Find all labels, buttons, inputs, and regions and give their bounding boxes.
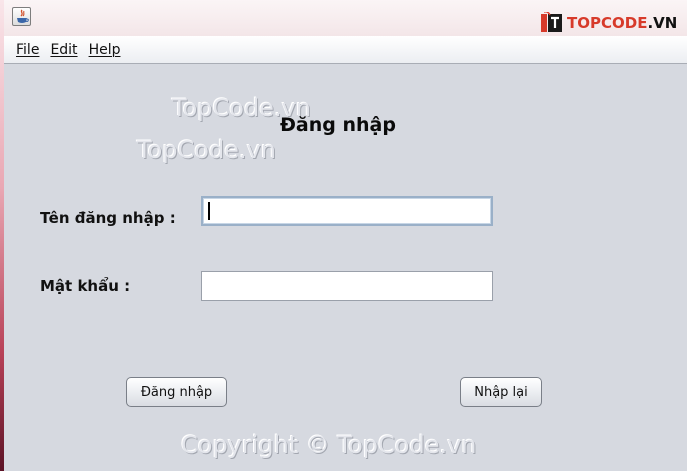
watermark-copyright: Copyright © TopCode.vn	[181, 431, 477, 459]
reset-button[interactable]: Nhập lại	[460, 377, 542, 407]
username-label: Tên đăng nhập :	[40, 209, 176, 227]
password-input[interactable]	[201, 271, 493, 301]
password-label: Mật khẩu :	[40, 277, 131, 295]
login-panel: TopCode.vn TopCode.vn Đăng nhập Tên đăng…	[4, 64, 687, 471]
java-app-icon[interactable]	[12, 7, 31, 26]
menu-bar: File Edit Help	[4, 36, 687, 64]
topcode-logo-icon	[540, 11, 564, 34]
logo-brand: TOPCODE	[567, 14, 648, 32]
text-caret	[208, 202, 210, 220]
menu-edit[interactable]: Edit	[50, 42, 77, 58]
logo-suffix: .VN	[647, 14, 678, 32]
username-input[interactable]	[201, 196, 493, 226]
watermark-top-2: TopCode.vn	[137, 136, 276, 164]
login-button[interactable]: Đăng nhập	[126, 377, 227, 407]
topcode-logo: TOPCODE.VN	[540, 10, 677, 36]
page-title: Đăng nhập	[280, 114, 396, 136]
app-window: TOPCODE.VN File Edit Help TopCode.vn Top…	[4, 0, 687, 471]
menu-help[interactable]: Help	[89, 42, 121, 58]
logo-text: TOPCODE.VN	[567, 14, 677, 32]
title-bar: TOPCODE.VN	[4, 0, 687, 36]
menu-file[interactable]: File	[16, 42, 39, 58]
